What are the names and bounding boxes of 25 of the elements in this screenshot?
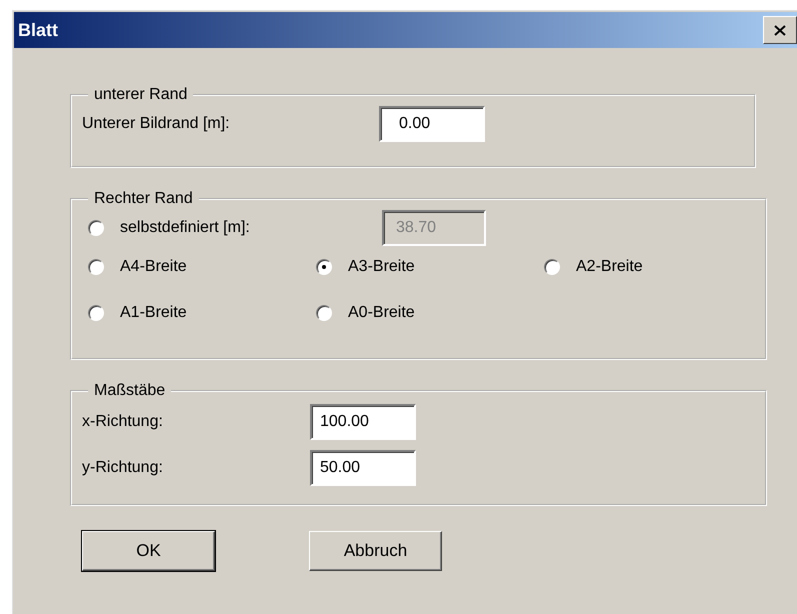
group-title: Rechter Rand	[93, 190, 194, 208]
group-title: Maßstäbe	[93, 382, 166, 400]
radio-button[interactable]	[88, 259, 104, 275]
cancel-button[interactable]: Abbruch	[309, 531, 442, 571]
radio-button[interactable]	[88, 305, 104, 321]
group-title: unterer Rand	[93, 86, 188, 104]
radio-label: A2-Breite	[576, 258, 643, 276]
radio-label: A0-Breite	[348, 304, 415, 322]
radio-label: A1-Breite	[120, 304, 187, 322]
ok-button[interactable]: OK	[82, 531, 215, 571]
close-icon	[774, 24, 786, 36]
close-button[interactable]	[763, 16, 797, 44]
radio-label: selbstdefiniert [m]:	[120, 219, 251, 237]
field-label: x-Richtung:	[82, 413, 164, 431]
input-field[interactable]: 100.00	[310, 404, 416, 440]
radio-label: A3-Breite	[348, 258, 415, 276]
radio-button[interactable]	[316, 305, 332, 321]
input-field[interactable]: 0.00	[379, 106, 485, 142]
input-field[interactable]: 50.00	[310, 450, 416, 486]
radio-button[interactable]	[316, 259, 332, 275]
radio-button[interactable]	[544, 259, 560, 275]
field-label: Unterer Bildrand [m]:	[82, 115, 231, 133]
window-title: Blatt	[18, 20, 58, 40]
radio-label: A4-Breite	[120, 258, 187, 276]
field-label: y-Richtung:	[82, 459, 164, 477]
